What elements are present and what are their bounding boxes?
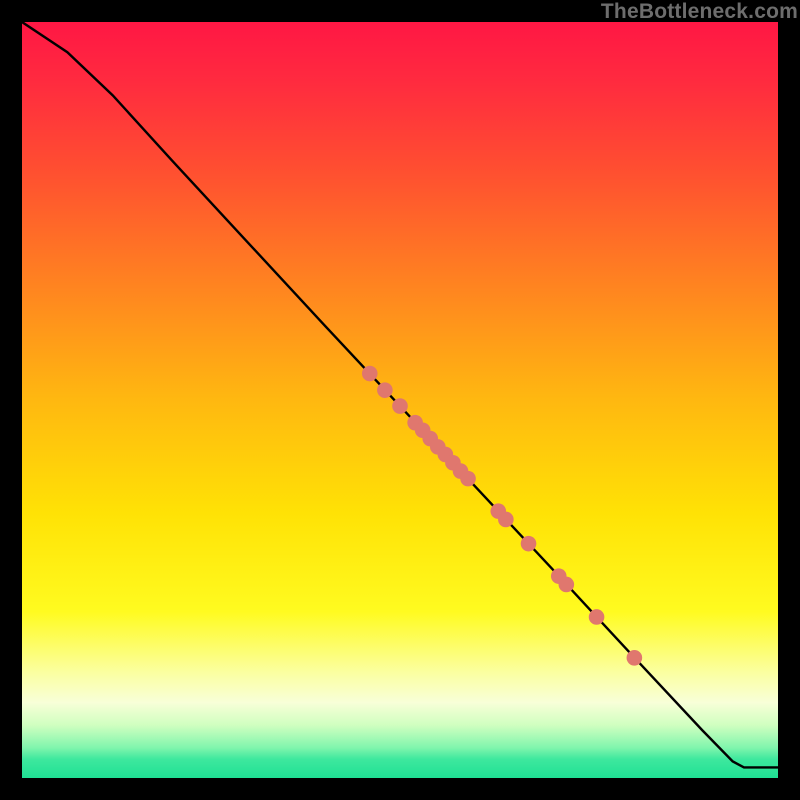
data-marker — [377, 382, 393, 398]
data-marker — [559, 577, 575, 593]
data-marker — [589, 609, 605, 625]
data-marker — [392, 398, 408, 414]
data-marker — [521, 536, 537, 552]
data-marker — [460, 471, 476, 487]
data-markers — [362, 366, 642, 666]
data-marker — [627, 650, 643, 666]
watermark-text: TheBottleneck.com — [601, 0, 798, 24]
plot-area — [22, 22, 778, 778]
bottleneck-chart: TheBottleneck.com — [0, 0, 800, 800]
main-curve — [22, 22, 778, 767]
data-marker — [362, 366, 378, 382]
curve-layer — [22, 22, 778, 778]
data-marker — [498, 512, 514, 528]
